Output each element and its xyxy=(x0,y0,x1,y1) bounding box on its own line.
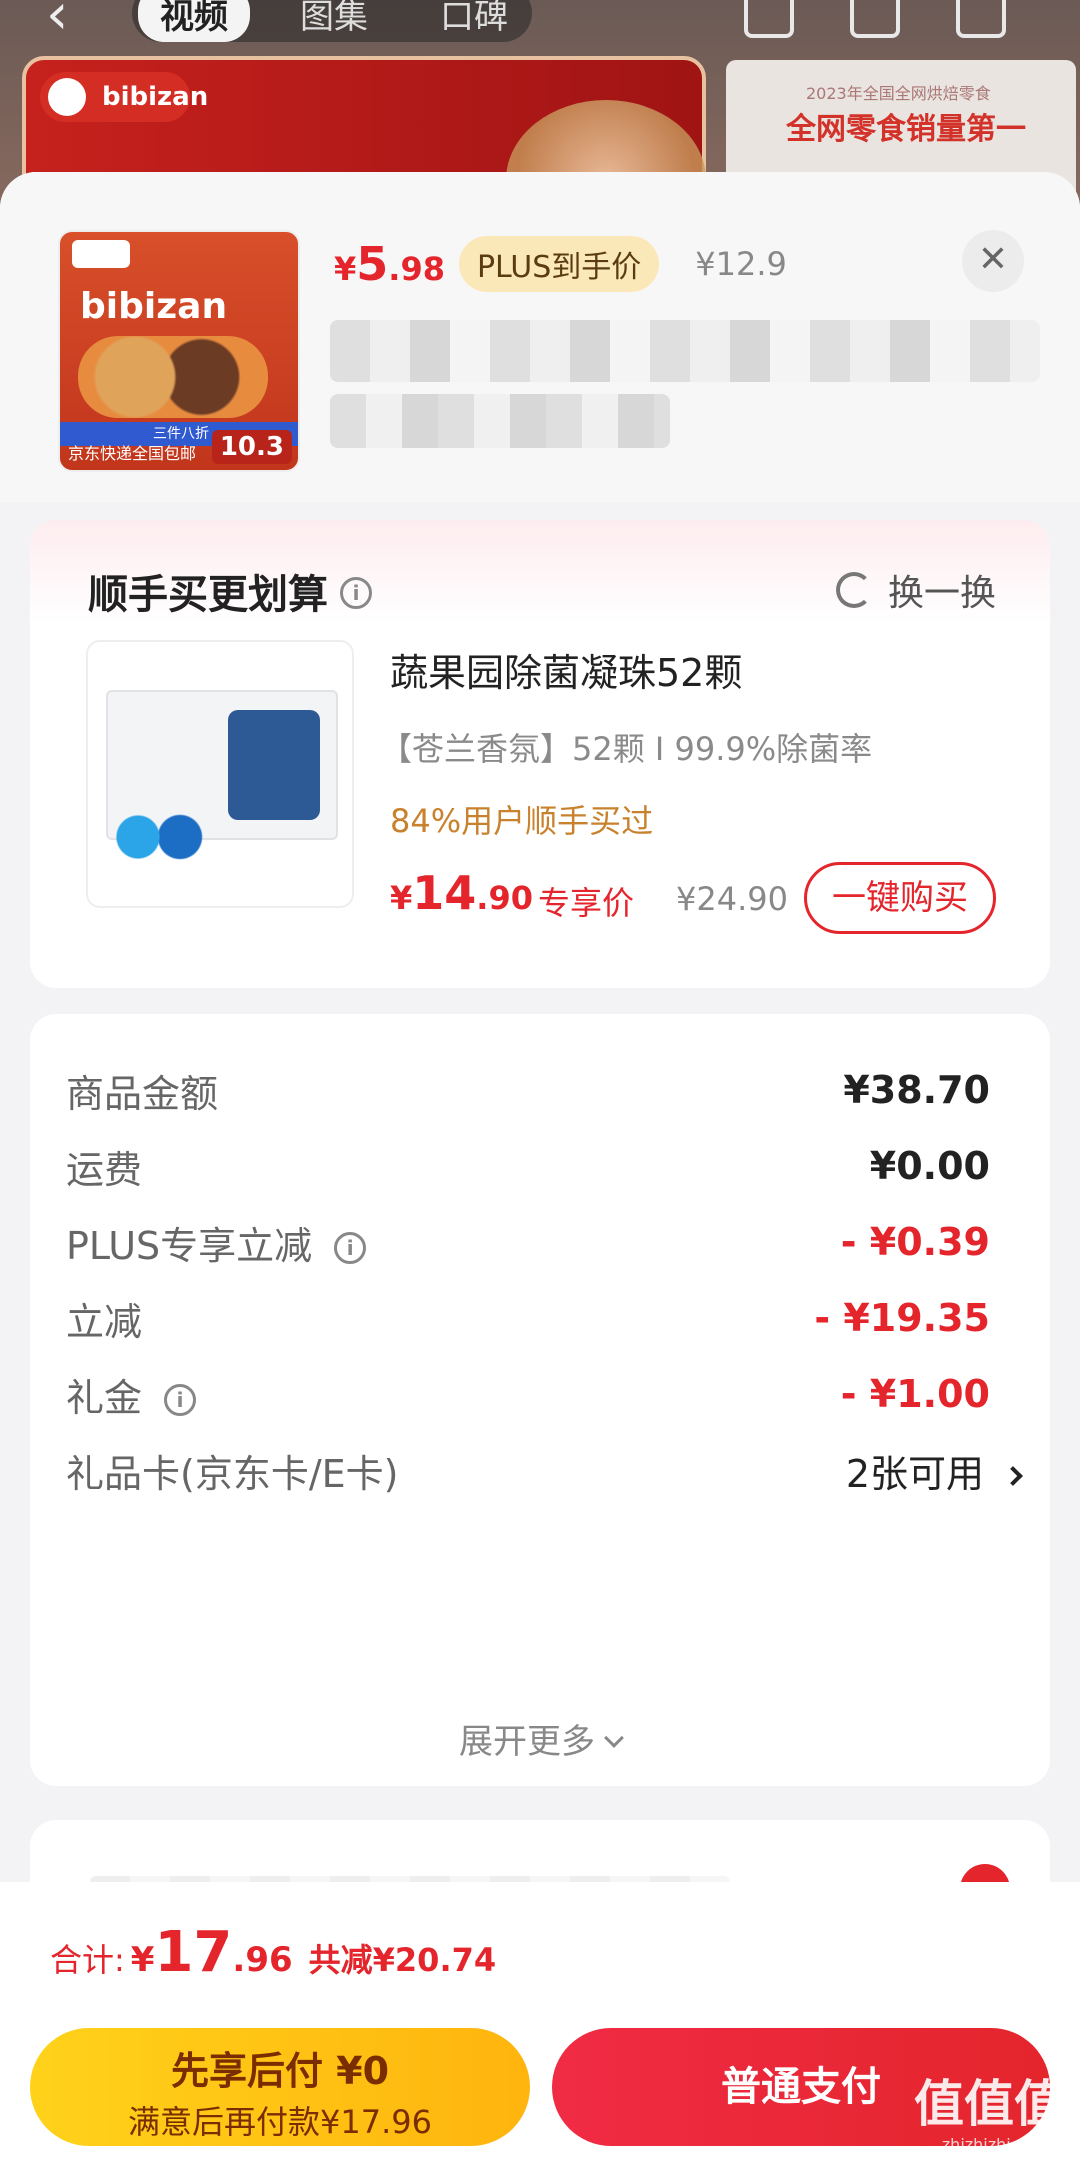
total-currency: ¥ xyxy=(130,1940,155,1980)
close-icon: ✕ xyxy=(977,239,1009,280)
upsell-product-desc: 【苍兰香氛】52颗 I 99.9%除菌率 xyxy=(380,730,873,768)
order-summary-card: 商品金额 ¥38.70 运费 ¥0.00 PLUS专享立减 i - ¥0.39 立… xyxy=(30,1014,1050,1786)
info-icon[interactable]: i xyxy=(340,577,372,609)
product-image[interactable]: bibizan 三件八折 京东快递全国包邮 10.3 xyxy=(58,230,300,472)
refresh-button[interactable]: 换一换 xyxy=(835,564,996,616)
summary-row-plus-discount: PLUS专享立减 i - ¥0.39 xyxy=(66,1212,990,1272)
close-button[interactable]: ✕ xyxy=(962,230,1024,292)
banner-small-text: 2023年全国全网烘焙零食 xyxy=(806,84,991,103)
product-price: ¥5.98 xyxy=(334,237,445,291)
product-image-badge: 10.3 xyxy=(211,430,292,464)
upsell-price: ¥14.90 xyxy=(390,866,533,920)
chevron-down-icon xyxy=(604,1728,624,1748)
product-original-price: ¥12.9 xyxy=(695,245,787,283)
info-icon[interactable]: i xyxy=(334,1232,367,1264)
more-icon[interactable] xyxy=(956,0,1006,38)
summary-label: 礼品卡(京东卡/E卡) xyxy=(66,1451,399,1496)
product-price-row: ¥5.98 PLUS到手价 ¥12.9 xyxy=(334,236,787,292)
summary-label: 运费 xyxy=(66,1147,143,1192)
bottom-pay-bar: 合计: ¥ 17 .96 共减¥20.74 先享后付 ¥0 满意后再付款¥17.… xyxy=(0,1882,1080,2160)
upsell-original-price: ¥24.90 xyxy=(676,880,788,918)
summary-row-instant-discount: 立减 - ¥19.35 xyxy=(66,1288,990,1348)
total-label: 合计: xyxy=(50,1941,125,1979)
watermark-url: zhizhizhi.com xyxy=(941,2135,1050,2154)
summary-label: PLUS专享立减 i xyxy=(66,1215,367,1270)
banner-text: 全网零食销量第一 xyxy=(786,112,1026,147)
product-header: bibizan 三件八折 京东快递全国包邮 10.3 ¥5.98 PLUS到手价… xyxy=(0,172,1080,502)
summary-value: ¥0.00 xyxy=(869,1144,990,1188)
share-icon[interactable] xyxy=(850,0,900,38)
plus-price-badge: PLUS到手价 xyxy=(458,236,660,292)
refresh-icon xyxy=(835,572,872,608)
checkout-sheet: bibizan 三件八折 京东快递全国包邮 10.3 ¥5.98 PLUS到手价… xyxy=(0,172,1080,2160)
upsell-product-name[interactable]: 蔬果园除菌凝珠52颗 xyxy=(390,642,742,697)
upsell-title: 顺手买更划算 i xyxy=(88,562,372,620)
tab-reviews[interactable]: 口碑 xyxy=(418,0,530,42)
summary-row-gift-money: 礼金 i - ¥1.00 xyxy=(66,1364,990,1424)
chevron-right-icon xyxy=(1003,1465,1023,1486)
product-image-tag xyxy=(72,240,130,268)
upsell-card: 顺手买更划算 i 换一换 蔬果园除菌凝珠52颗 【苍兰香氛】52颗 I 99.9%… xyxy=(30,520,1050,988)
product-image-brand: bibizan xyxy=(80,286,228,327)
summary-value: - ¥0.39 xyxy=(840,1220,990,1264)
detergent-pods-graphic xyxy=(108,812,208,862)
upsell-product-image[interactable] xyxy=(86,640,354,908)
pay-later-subtitle: 满意后再付款¥17.96 xyxy=(128,2103,432,2141)
tab-gallery[interactable]: 图集 xyxy=(278,0,390,42)
product-image-shipping: 京东快递全国包邮 xyxy=(68,444,197,463)
background-topbar: ‹ 视频 图集 口碑 xyxy=(0,0,1080,50)
mooncake-graphic xyxy=(78,336,268,418)
product-spec-blurred-2 xyxy=(330,394,670,448)
summary-row-goods-amount: 商品金额 ¥38.70 xyxy=(66,1060,990,1120)
summary-row-gift-card[interactable]: 礼品卡(京东卡/E卡) 2张可用 xyxy=(66,1440,1023,1500)
product-spec-blurred xyxy=(330,320,1040,382)
order-total: 合计: ¥ 17 .96 共减¥20.74 xyxy=(50,1920,496,1985)
summary-row-shipping: 运费 ¥0.00 xyxy=(66,1136,990,1196)
media-tabs: 视频 图集 口碑 xyxy=(132,0,532,42)
upsell-price-label: 专享价 xyxy=(538,884,635,922)
pay-later-button[interactable]: 先享后付 ¥0 满意后再付款¥17.96 xyxy=(30,2028,530,2146)
summary-value: - ¥1.00 xyxy=(840,1372,990,1416)
summary-value: 2张可用 xyxy=(846,1443,1023,1498)
back-arrow-icon[interactable]: ‹ xyxy=(46,0,68,47)
upsell-bought-rate: 84%用户顺手买过 xyxy=(390,802,654,840)
summary-label: 礼金 i xyxy=(66,1367,197,1422)
total-decimal: .96 xyxy=(232,1940,293,1980)
summary-value: - ¥19.35 xyxy=(814,1296,990,1340)
summary-label: 立减 xyxy=(66,1299,143,1344)
tab-video[interactable]: 视频 xyxy=(138,0,250,42)
info-icon[interactable]: i xyxy=(164,1384,197,1416)
total-integer: 17 xyxy=(154,1920,233,1985)
summary-value: ¥38.70 xyxy=(843,1068,990,1112)
summary-label: 商品金额 xyxy=(66,1071,219,1116)
brand-logo: bibizan xyxy=(40,72,208,122)
pay-later-title: 先享后付 ¥0 xyxy=(170,2049,390,2093)
one-click-buy-button[interactable]: 一键购买 xyxy=(804,862,996,934)
favorite-icon[interactable] xyxy=(744,0,794,38)
watermark-logo: 值值值 xyxy=(914,2075,1064,2133)
total-saved: 共减¥20.74 xyxy=(308,1941,497,1979)
expand-more-button[interactable]: 展开更多 xyxy=(30,1714,1050,1763)
